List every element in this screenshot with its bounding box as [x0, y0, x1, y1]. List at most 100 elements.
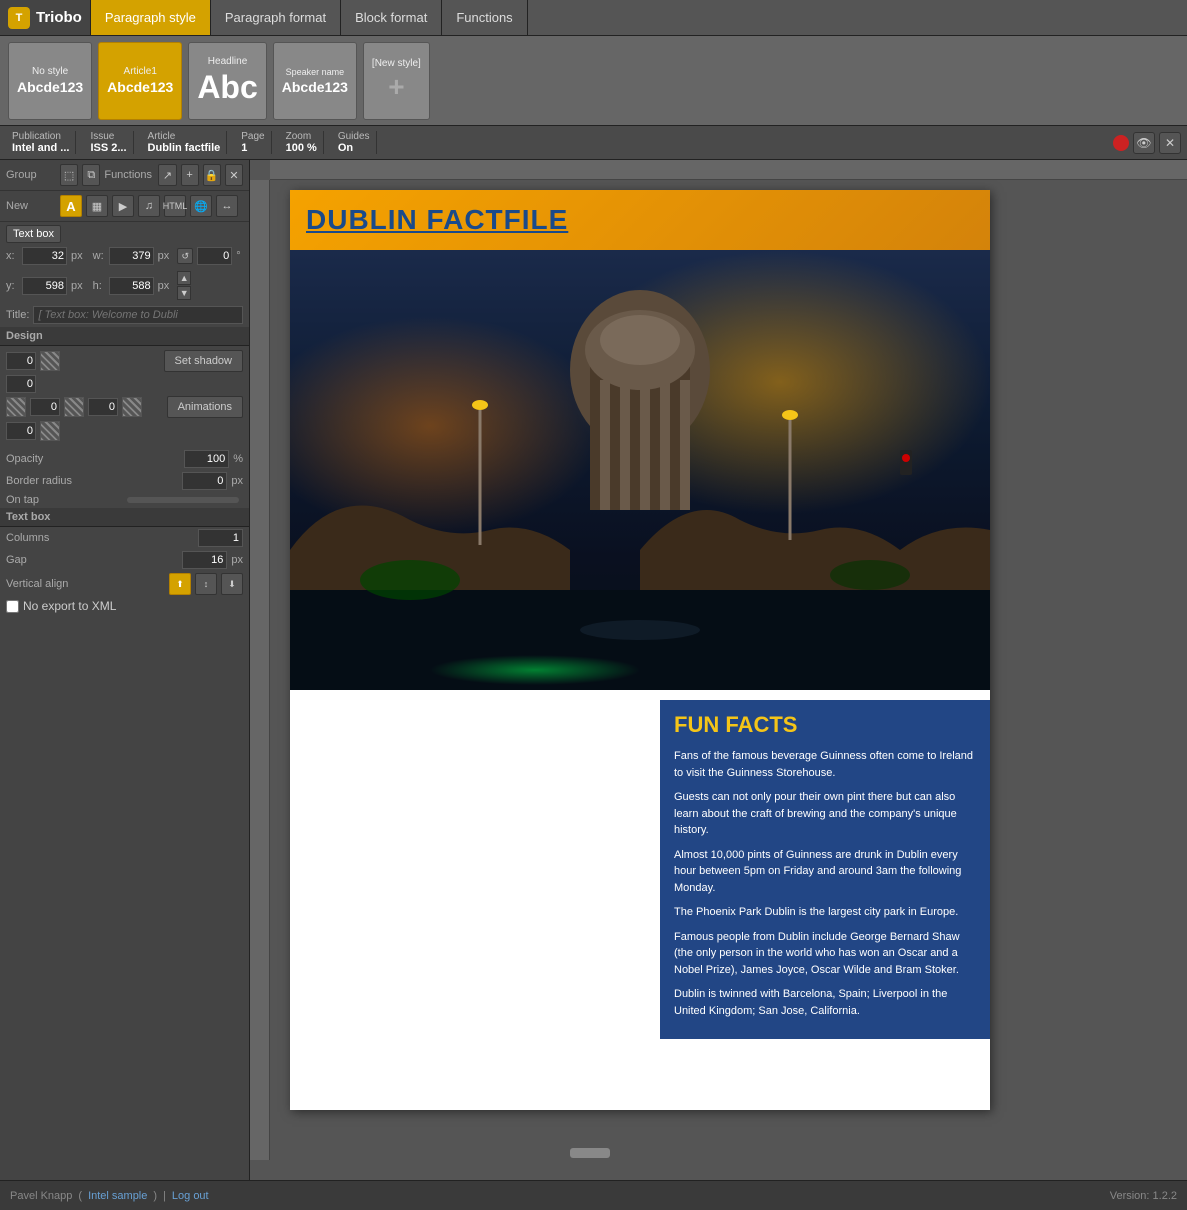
style-new-preview: + — [388, 71, 404, 103]
style-no-style[interactable]: No style Abcde123 — [8, 42, 92, 120]
animations-btn[interactable]: Animations — [167, 396, 243, 418]
tab-block-format[interactable]: Block format — [341, 0, 442, 35]
fill-color-swatch-1[interactable] — [6, 397, 26, 417]
close-button[interactable]: ✕ — [1159, 132, 1181, 154]
new-tools-row: New A ▦ ▶ ♫ HTML 🌐 ↔ — [0, 191, 249, 222]
border-radius-input[interactable] — [182, 472, 227, 490]
fill-val-3[interactable] — [88, 398, 118, 416]
style-no-style-label: No style — [32, 66, 68, 77]
tab-paragraph-format[interactable]: Paragraph format — [211, 0, 341, 35]
style-new-style[interactable]: [New style] + — [363, 42, 430, 120]
info-publication-label: Publication — [12, 131, 69, 142]
fun-p6: Dublin is twinned with Barcelona, Spain;… — [674, 986, 976, 1019]
bridge-image — [290, 250, 990, 690]
textbox-header: Text box — [0, 508, 249, 527]
canvas-content: DUBLIN FACTFILE — [270, 180, 1187, 1160]
group-copy-btn[interactable]: ⧉ — [82, 164, 100, 186]
scrollbar-thumb[interactable] — [570, 1148, 610, 1158]
y-input[interactable] — [22, 277, 67, 295]
border-radius-row: Border radius px — [0, 470, 249, 492]
info-article: Article Dublin factfile — [142, 131, 228, 154]
set-shadow-btn[interactable]: Set shadow — [164, 350, 243, 372]
fill-color-swatch-3[interactable] — [122, 397, 142, 417]
fill-color-swatch-2[interactable] — [64, 397, 84, 417]
info-publication: Publication Intel and ... — [6, 131, 76, 154]
main-image — [290, 250, 990, 690]
opacity-input[interactable] — [184, 450, 229, 468]
func-lock-btn[interactable]: 🔒 — [203, 164, 221, 186]
fun-p4: The Phoenix Park Dublin is the largest c… — [674, 904, 976, 921]
h-input[interactable] — [109, 277, 154, 295]
info-issue-val: ISS 2... — [90, 142, 126, 154]
rotation-input[interactable] — [197, 247, 232, 265]
web-tool-btn[interactable]: 🌐 — [190, 195, 212, 217]
record-button[interactable] — [1113, 135, 1129, 151]
no-export-label: No export to XML — [23, 599, 116, 613]
opacity-label: Opacity — [6, 453, 180, 465]
func-add-btn[interactable]: + — [181, 164, 199, 186]
title-input[interactable] — [33, 306, 243, 324]
style-speaker-name[interactable]: Speaker name Abcde123 — [273, 42, 357, 120]
page-header: DUBLIN FACTFILE — [290, 190, 990, 250]
valign-mid-btn[interactable]: ↕ — [195, 573, 217, 595]
func-delete-btn[interactable]: ✕ — [225, 164, 243, 186]
design-header: Design — [0, 327, 249, 346]
tab-paragraph-style[interactable]: Paragraph style — [91, 0, 211, 35]
style-headline[interactable]: Headline Abc — [188, 42, 266, 120]
fill-color-swatch-4[interactable] — [40, 421, 60, 441]
w-unit: px — [158, 250, 170, 262]
video-tool-btn[interactable]: ▶ — [112, 195, 134, 217]
on-tap-bar[interactable] — [127, 497, 240, 503]
fun-facts-title: FUN FACTS — [674, 712, 976, 738]
group-select-btn[interactable]: ⬚ — [60, 164, 78, 186]
info-page-label: Page — [241, 131, 264, 142]
h-up-btn[interactable]: ▲ — [177, 271, 191, 285]
w-input[interactable] — [109, 247, 154, 265]
title-row: Title: — [0, 303, 249, 327]
title-label: Title: — [6, 309, 29, 321]
x-input[interactable] — [22, 247, 67, 265]
canvas-area[interactable]: DUBLIN FACTFILE — [250, 160, 1187, 1180]
fill-val-4[interactable] — [6, 422, 36, 440]
logo-area: T Triobo — [0, 0, 91, 35]
text-tool-btn[interactable]: A — [60, 195, 82, 217]
gap-input[interactable] — [182, 551, 227, 569]
style-article1[interactable]: Article1 Abcde123 — [98, 42, 182, 120]
info-guides-val: On — [338, 142, 370, 154]
opacity-unit: % — [233, 453, 243, 465]
valign-bot-btn[interactable]: ⬇ — [221, 573, 243, 595]
audio-tool-btn[interactable]: ♫ — [138, 195, 160, 217]
func-export-btn[interactable]: ↗ — [158, 164, 176, 186]
textbox-fun-facts[interactable]: FUN FACTS Fans of the famous beverage Gu… — [660, 700, 990, 1039]
gap-label: Gap — [6, 554, 178, 566]
style-no-style-preview: Abcde123 — [17, 79, 83, 95]
app-name: Triobo — [36, 9, 82, 26]
border-color-swatch[interactable] — [40, 351, 60, 371]
fill-opacity-input[interactable] — [6, 375, 36, 393]
border-width-input[interactable] — [6, 352, 36, 370]
style-article1-preview: Abcde123 — [107, 79, 173, 95]
style-headline-label: Headline — [208, 56, 247, 67]
coord-x-row: x: px w: px ↺ ° — [0, 244, 249, 268]
tab-functions[interactable]: Functions — [442, 0, 527, 35]
fill-val-2[interactable] — [30, 398, 60, 416]
preview-button[interactable]: 👁 — [1133, 132, 1155, 154]
h-down-btn[interactable]: ▼ — [177, 286, 191, 300]
info-article-label: Article — [148, 131, 221, 142]
info-issue-label: Issue — [90, 131, 126, 142]
image-tool-btn[interactable]: ▦ — [86, 195, 108, 217]
left-panel: Group ⬚ ⧉ Functions ↗ + 🔒 ✕ New A ▦ ▶ ♫ … — [0, 160, 250, 1180]
info-article-val: Dublin factfile — [148, 142, 221, 154]
no-export-checkbox[interactable] — [6, 600, 19, 613]
style-speaker-label: Speaker name — [286, 67, 345, 77]
html-tool-btn[interactable]: HTML — [164, 195, 186, 217]
columns-input[interactable] — [198, 529, 243, 547]
opacity-row: Opacity % — [0, 448, 249, 470]
deg-unit: ° — [236, 250, 240, 262]
layout-tool-btn[interactable]: ↔ — [216, 195, 238, 217]
scrollbar-horizontal[interactable] — [270, 1146, 1187, 1160]
top-toolbar: T Triobo Paragraph style Paragraph forma… — [0, 0, 1187, 36]
new-label: New — [6, 200, 56, 212]
tooltip-box: Text box — [6, 225, 61, 243]
valign-top-btn[interactable]: ⬆ — [169, 573, 191, 595]
